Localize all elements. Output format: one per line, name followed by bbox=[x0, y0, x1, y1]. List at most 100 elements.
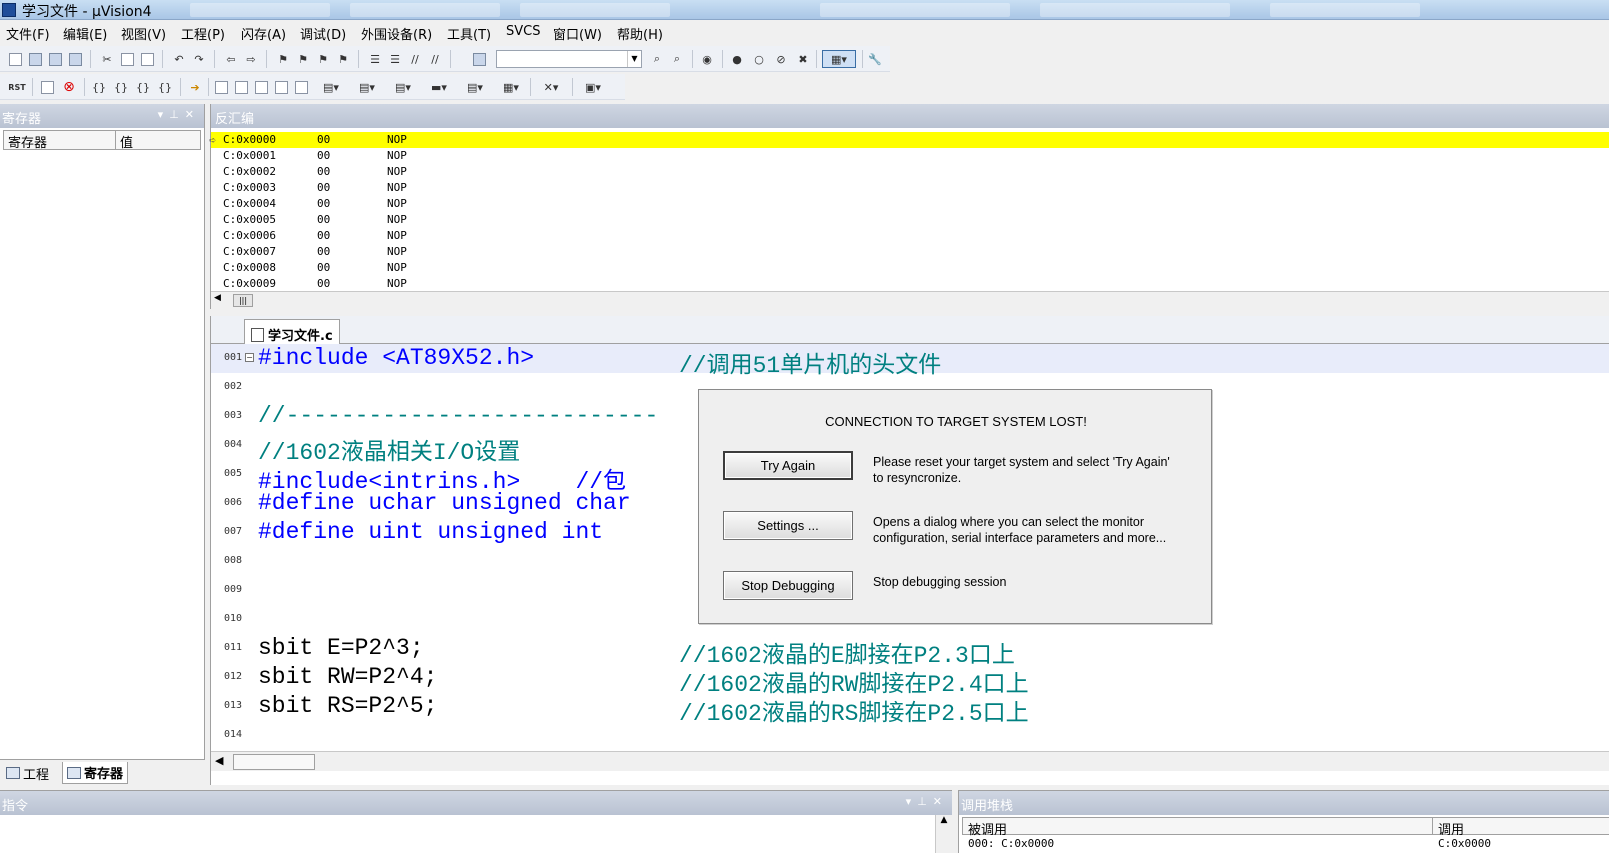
menu-view[interactable]: 视图(V) bbox=[121, 24, 166, 43]
run-icon[interactable] bbox=[38, 78, 56, 96]
menu-debug[interactable]: 调试(D) bbox=[300, 24, 346, 43]
menu-project[interactable]: 工程(P) bbox=[181, 24, 225, 43]
tab-registers[interactable]: 寄存器 bbox=[62, 762, 129, 784]
disassembly-row-current[interactable]: ➪ C:0x0000 00 NOP bbox=[209, 132, 1609, 148]
disassembly-row[interactable]: C:0x0001 00 NOP bbox=[211, 148, 1609, 164]
system-viewer-icon[interactable]: ▦▾ bbox=[496, 78, 526, 96]
save-all-icon[interactable] bbox=[66, 50, 84, 68]
menu-window[interactable]: 窗口(W) bbox=[553, 24, 602, 43]
editor-hscrollbar[interactable]: ◀ bbox=[211, 751, 1609, 771]
try-again-button[interactable]: Try Again bbox=[723, 451, 853, 480]
call-stack-row[interactable]: 000: C:0x0000 C:0x0000 bbox=[962, 836, 1609, 852]
bookmark-clear-icon[interactable]: ⚑ bbox=[334, 50, 352, 68]
indent-icon[interactable]: ☰ bbox=[366, 50, 384, 68]
bookmark-toggle-icon[interactable]: ⚑ bbox=[274, 50, 292, 68]
nav-forward-icon[interactable]: ⇨ bbox=[242, 50, 260, 68]
comment-icon[interactable]: // bbox=[406, 50, 424, 68]
bookmark-next-icon[interactable]: ⚑ bbox=[314, 50, 332, 68]
find-icon[interactable]: ⌕ bbox=[648, 50, 666, 68]
disassembly-row[interactable]: C:0x0005 00 NOP bbox=[211, 212, 1609, 228]
menu-svcs[interactable]: SVCS bbox=[506, 24, 540, 39]
step-into-icon[interactable]: {} bbox=[90, 78, 108, 96]
breakpoint-disable-all-icon[interactable]: ⊘ bbox=[772, 50, 790, 68]
breakpoint-insert-icon[interactable]: ● bbox=[728, 50, 746, 68]
run-to-cursor-icon[interactable]: {} bbox=[156, 78, 174, 96]
show-next-statement-icon[interactable]: ➔ bbox=[186, 78, 204, 96]
menu-peripherals[interactable]: 外围设备(R) bbox=[361, 24, 432, 43]
cut-icon[interactable]: ✂ bbox=[98, 50, 116, 68]
uncomment-icon[interactable]: // bbox=[426, 50, 444, 68]
debug-session-icon[interactable]: ◉ bbox=[698, 50, 716, 68]
scroll-left-icon[interactable]: ◀ bbox=[214, 293, 221, 303]
command-window-icon[interactable] bbox=[212, 78, 230, 96]
redo-icon[interactable]: ↷ bbox=[190, 50, 208, 68]
breakpoint-kill-all-icon[interactable]: ✖ bbox=[794, 50, 812, 68]
disassembly-row[interactable]: C:0x0004 00 NOP bbox=[211, 196, 1609, 212]
reset-cpu-icon[interactable]: RST bbox=[6, 78, 28, 96]
disassembly-row[interactable]: C:0x0006 00 NOP bbox=[211, 228, 1609, 244]
panel-controls-icon[interactable]: ▾⊥✕ bbox=[158, 108, 200, 121]
debug-restore-views-icon[interactable]: ▣▾ bbox=[578, 78, 608, 96]
copy-icon[interactable] bbox=[118, 50, 136, 68]
disassembly-row[interactable]: C:0x0007 00 NOP bbox=[211, 244, 1609, 260]
menu-tools[interactable]: 工具(T) bbox=[447, 24, 491, 43]
toolbox-icon[interactable]: ✕▾ bbox=[536, 78, 566, 96]
find-in-files-icon[interactable] bbox=[470, 50, 488, 68]
disassembly-row[interactable]: C:0x0008 00 NOP bbox=[211, 260, 1609, 276]
command-vscrollbar[interactable]: ▲ bbox=[935, 815, 952, 853]
menu-flash[interactable]: 闪存(A) bbox=[241, 24, 286, 43]
disassembly-row[interactable]: C:0x0002 00 NOP bbox=[211, 164, 1609, 180]
window-layout-icon[interactable]: ▦▾ bbox=[822, 50, 856, 68]
settings-button[interactable]: Settings ... bbox=[723, 511, 853, 540]
tab-source-file[interactable]: 学习文件.c bbox=[244, 319, 340, 345]
configure-icon[interactable]: 🔧 bbox=[866, 50, 884, 68]
breakpoint-enable-icon[interactable]: ○ bbox=[750, 50, 768, 68]
code-line[interactable]: 014 bbox=[211, 721, 1609, 751]
scroll-thumb[interactable]: ||| bbox=[233, 294, 253, 307]
scroll-left-icon[interactable]: ◀ bbox=[215, 754, 223, 767]
tab-project[interactable]: 工程 bbox=[2, 762, 53, 784]
incremental-find-icon[interactable]: ⌕ bbox=[668, 50, 686, 68]
bookmark-prev-icon[interactable]: ⚑ bbox=[294, 50, 312, 68]
paste-icon[interactable] bbox=[138, 50, 156, 68]
symbols-window-icon[interactable] bbox=[252, 78, 270, 96]
chevron-down-icon[interactable]: ▼ bbox=[627, 51, 641, 67]
disassembly-window-icon[interactable] bbox=[232, 78, 250, 96]
column-register[interactable]: 寄存器 bbox=[4, 131, 116, 151]
panel-controls-icon[interactable]: ▾⊥✕ bbox=[906, 795, 948, 808]
code-text: sbit RS=P2^5; bbox=[258, 693, 438, 719]
undo-icon[interactable]: ↶ bbox=[170, 50, 188, 68]
code-line[interactable]: 013 sbit RS=P2^5; //1602液晶的RS脚接在P2.5口上 bbox=[211, 692, 1609, 727]
stop-icon[interactable]: ⊗ bbox=[60, 78, 78, 96]
new-file-icon[interactable] bbox=[6, 50, 24, 68]
find-combo[interactable]: ▼ bbox=[496, 50, 642, 68]
fold-collapse-icon[interactable]: − bbox=[245, 353, 254, 362]
column-caller[interactable]: 调用 bbox=[1433, 818, 1609, 838]
menu-file[interactable]: 文件(F) bbox=[6, 24, 50, 43]
analysis-windows-icon[interactable]: ▬▾ bbox=[424, 78, 454, 96]
nav-back-icon[interactable]: ⇦ bbox=[222, 50, 240, 68]
menu-help[interactable]: 帮助(H) bbox=[617, 24, 663, 43]
step-over-icon[interactable]: {} bbox=[112, 78, 130, 96]
call-stack-window-icon[interactable] bbox=[292, 78, 310, 96]
disassembly-row[interactable]: C:0x0009 00 NOP bbox=[211, 276, 1609, 292]
menu-edit[interactable]: 编辑(E) bbox=[63, 24, 107, 43]
watch-windows-icon[interactable]: ▤▾ bbox=[316, 78, 346, 96]
open-file-icon[interactable] bbox=[26, 50, 44, 68]
code-line[interactable]: 001 − #include <AT89X52.h> //调用51单片机的头文件 bbox=[211, 344, 1609, 379]
trace-windows-icon[interactable]: ▤▾ bbox=[460, 78, 490, 96]
column-callee[interactable]: 被调用 bbox=[963, 818, 1433, 838]
step-out-icon[interactable]: {} bbox=[134, 78, 152, 96]
column-value[interactable]: 值 bbox=[116, 131, 200, 151]
disassembly-row[interactable]: C:0x0003 00 NOP bbox=[211, 180, 1609, 196]
registers-window-icon[interactable] bbox=[272, 78, 290, 96]
unindent-icon[interactable]: ☰ bbox=[386, 50, 404, 68]
serial-windows-icon[interactable]: ▤▾ bbox=[388, 78, 418, 96]
disassembly-hscrollbar[interactable]: ◀ ||| bbox=[211, 291, 1609, 309]
stop-debugging-button[interactable]: Stop Debugging bbox=[723, 571, 853, 600]
save-icon[interactable] bbox=[46, 50, 64, 68]
code-line[interactable]: 012 sbit RW=P2^4; //1602液晶的RW脚接在P2.4口上 bbox=[211, 663, 1609, 698]
memory-windows-icon[interactable]: ▤▾ bbox=[352, 78, 382, 96]
scroll-thumb[interactable] bbox=[233, 754, 315, 770]
code-line[interactable]: 011 sbit E=P2^3; //1602液晶的E脚接在P2.3口上 bbox=[211, 634, 1609, 669]
